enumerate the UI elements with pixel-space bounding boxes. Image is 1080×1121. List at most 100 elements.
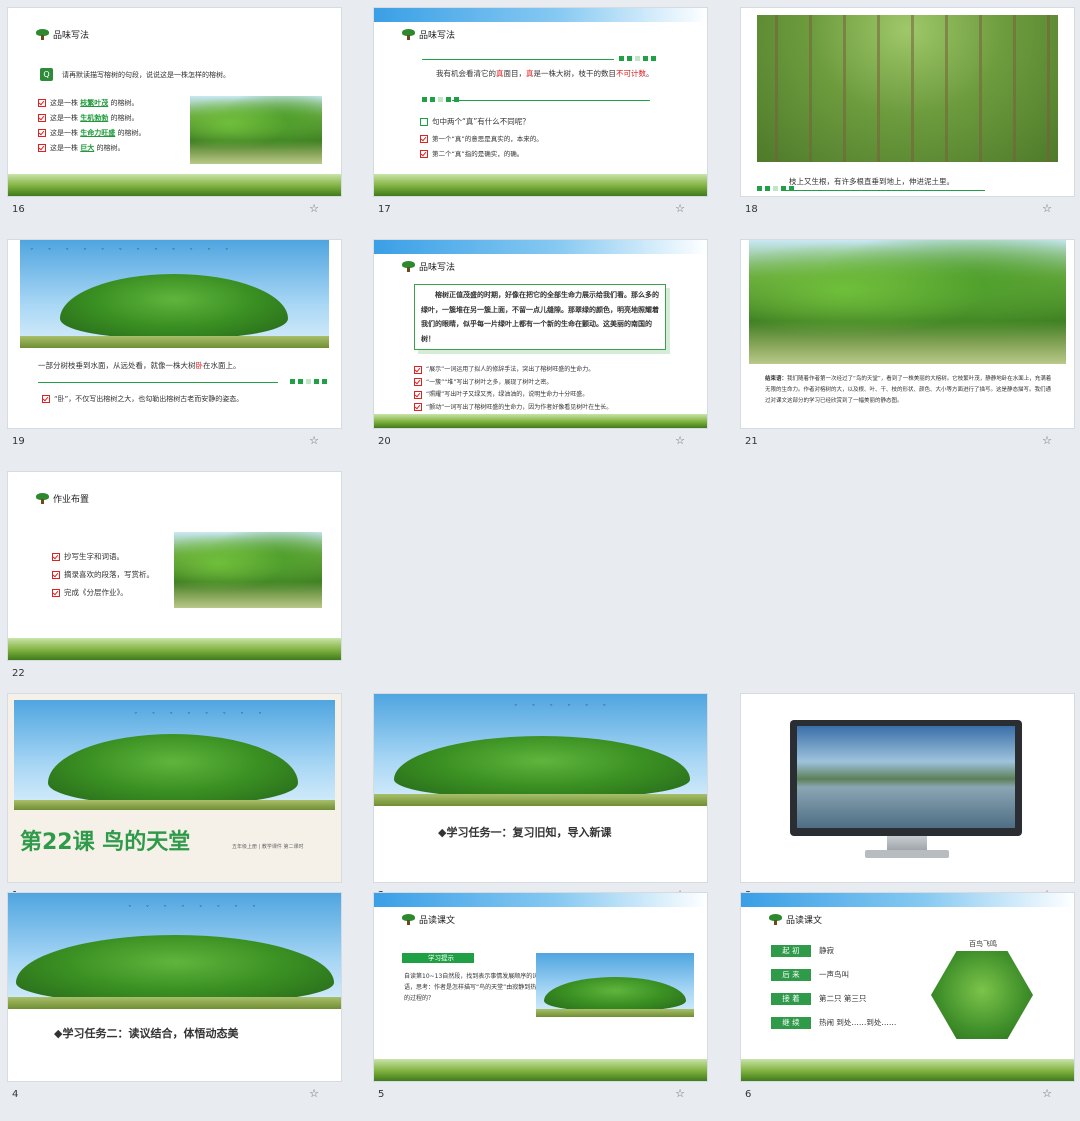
hexagon-birds-photo	[931, 951, 1033, 1039]
caption-text: 枝上又生根，有许多根直垂到地上，伸进泥土里。	[789, 177, 954, 186]
answer-list: 第一个“真”的意思是真实的，本来的。 第二个“真”指的是确实，的确。	[420, 132, 543, 162]
green-line	[785, 190, 985, 191]
island-photo	[536, 953, 694, 1017]
slide-thumb-6[interactable]: 品读课文 起 初静寂 后 来一声鸟叫 接 着第二只 第三只 继 续热闹 到处………	[741, 893, 1074, 1121]
green-line	[38, 382, 278, 383]
checkbox-icon	[414, 390, 422, 399]
quote-text: 榕树正值茂盛的时期，好像在把它的全部生命力展示给我们看。那么多的绿叶，一簇堆在另…	[421, 291, 659, 343]
slide-heading: 品味写法	[402, 260, 455, 273]
quote-box: 榕树正值茂盛的时期，好像在把它的全部生命力展示给我们看。那么多的绿叶，一簇堆在另…	[414, 284, 666, 350]
checkbox-icon	[414, 365, 422, 374]
slide-number: 6	[745, 1089, 752, 1100]
note-text: “卧”，不仅写出榕树之大，也勾勒出榕树古老而安静的姿态。	[42, 392, 243, 407]
lesson-title: 第22课 鸟的天堂	[20, 830, 191, 855]
banyan-photo	[174, 532, 322, 608]
slide-heading: 品读课文	[769, 913, 822, 926]
slide-heading: 品味写法	[36, 28, 89, 41]
quote-text: 我有机会看清它的真面目，真是一株大树，枝干的数目不可计数。	[436, 69, 654, 78]
checkbox-icon	[52, 571, 60, 579]
answer-line: 这是一株 巨大 的榕树。	[38, 141, 145, 156]
checkbox-icon	[414, 403, 422, 411]
star-icon[interactable]: ☆	[675, 202, 685, 215]
star-icon[interactable]: ☆	[1042, 1087, 1052, 1100]
star-icon[interactable]: ☆	[309, 434, 319, 447]
slide-thumb-19[interactable]: ˇ ˇ ˇ ˇ ˇ ˇ ˇ ˇ ˇ ˇ ˇ ˇ 一部分树枝垂到水面，从远处看，就…	[8, 240, 341, 468]
question-line: 句中两个“真”有什么不同呢？	[420, 114, 530, 129]
sentence-text: 一部分树枝垂到水面，从远处看，就像一株大树卧在水面上。	[38, 361, 241, 370]
checkbox-icon	[420, 135, 428, 143]
task-title: ◆学习任务二：读议结合，体悟动态美	[54, 1027, 239, 1040]
slide-number: 21	[745, 436, 758, 447]
slide-number: 5	[378, 1089, 385, 1100]
summary-text: 结束语：我们随着作者第一次经过了“鸟的天堂”，看到了一株美丽的大榕树。它枝繁叶茂…	[765, 376, 1052, 404]
tree-icon	[402, 261, 415, 272]
grass-footer	[8, 638, 341, 660]
green-line	[452, 100, 650, 101]
checkbox-icon	[38, 129, 46, 137]
question-text: 请再默读描写榕树的句段，说说这是一株怎样的榕树。	[62, 71, 230, 79]
sky-bar	[741, 893, 1074, 907]
slide-number: 19	[12, 436, 25, 447]
checkbox-icon	[38, 144, 46, 152]
checkbox-icon	[414, 378, 422, 386]
grass-footer	[374, 1059, 707, 1081]
tree-icon	[769, 914, 782, 925]
slide-thumb-4[interactable]: ˇ ˇ ˇ ˇ ˇ ˇ ˇ ˇ ◆学习任务二：读议结合，体悟动态美 4 ☆	[8, 893, 341, 1121]
study-tip-tag: 学习提示	[402, 953, 474, 963]
checkbox-icon	[52, 553, 60, 561]
checkbox-icon	[38, 99, 46, 107]
lake-video-frame	[797, 726, 1015, 828]
star-icon[interactable]: ☆	[675, 1087, 685, 1100]
sky-bar	[374, 893, 707, 907]
checkbox-icon	[42, 395, 50, 403]
grass-footer	[374, 414, 707, 428]
slide-number: 18	[745, 204, 758, 215]
answer-line: 这是一株 枝繁叶茂 的榕树。	[38, 96, 145, 111]
photo-label: 百鸟飞鸣	[969, 940, 997, 948]
slide-heading: 作业布置	[36, 492, 89, 505]
slide-thumb-17[interactable]: 品味写法 我有机会看清它的真面目，真是一株大树，枝干的数目不可计数。 句中两个“…	[374, 8, 707, 236]
slide-thumb-18[interactable]: 枝上又生根，有许多根直垂到地上，伸进泥土里。 18 ☆	[741, 8, 1074, 236]
slide-thumb-1[interactable]: ˇ ˇ ˇ ˇ ˇ ˇ ˇ ˇ 第22课 鸟的天堂 五年级上册 | 教学课件 第…	[8, 694, 341, 922]
slide-thumb-5[interactable]: 品读课文 学习提示 自读第10~13自然段，找到表示事情发展顺序的词语，思考：作…	[374, 893, 707, 1121]
grass-footer	[8, 174, 341, 196]
tree-icon	[36, 493, 49, 504]
slide-thumb-21[interactable]: 结束语：我们随着作者第一次经过了“鸟的天堂”，看到了一株美丽的大榕树。它枝繁叶茂…	[741, 240, 1074, 468]
star-icon[interactable]: ☆	[675, 434, 685, 447]
banyan-photo	[190, 96, 322, 164]
dots-decoration	[619, 56, 656, 61]
slide-heading: 品味写法	[402, 28, 455, 41]
task-title: ◆学习任务一：复习旧知，导入新课	[438, 826, 612, 839]
checkbox-icon	[420, 150, 428, 158]
tree-icon	[402, 914, 415, 925]
star-icon[interactable]: ☆	[1042, 202, 1052, 215]
slide-number: 20	[378, 436, 391, 447]
answer-list: 这是一株 枝繁叶茂 的榕树。 这是一株 生机勃勃 的榕树。 这是一株 生命力旺盛…	[38, 96, 145, 156]
sky-bar	[374, 8, 707, 22]
answer-line: 这是一株 生命力旺盛 的榕树。	[38, 126, 145, 141]
slide-thumb-22[interactable]: 作业布置 抄写生字和词语。 摘录喜欢的段落，写赏析。 完成《分层作业》。 22 …	[8, 472, 341, 700]
star-icon[interactable]: ☆	[1042, 434, 1052, 447]
slide-thumb-20[interactable]: 品味写法 榕树正值茂盛的时期，好像在把它的全部生命力展示给我们看。那么多的绿叶，…	[374, 240, 707, 468]
dots-decoration	[290, 379, 327, 384]
sequence-table: 起 初静寂 后 来一声鸟叫 接 着第二只 第三只 继 续热闹 到处……到处……	[771, 939, 896, 1035]
banyan-roots-photo	[757, 15, 1058, 162]
slide-heading: 品读课文	[402, 913, 455, 926]
checkbox-icon	[38, 114, 46, 122]
slide-thumb-2[interactable]: ˇ ˇ ˇ ˇ ˇ ˇ ◆学习任务一：复习旧知，导入新课 2 ☆	[374, 694, 707, 922]
slide-number: 22	[12, 668, 25, 679]
slide-number: 4	[12, 1089, 19, 1100]
star-icon[interactable]: ☆	[309, 1087, 319, 1100]
answer-line: 这是一株 生机勃勃 的榕树。	[38, 111, 145, 126]
study-tip-text: 自读第10~13自然段，找到表示事情发展顺序的词语，思考：作者是怎样描写“鸟的天…	[404, 973, 543, 1002]
square-bullet-icon	[420, 118, 428, 126]
slide-thumb-3[interactable]: 3 ☆	[741, 694, 1074, 922]
homework-list: 抄写生字和词语。 摘录喜欢的段落，写赏析。 完成《分层作业》。	[52, 548, 154, 602]
slide-thumb-16[interactable]: 品味写法 Q 请再默读描写榕树的句段，说说这是一株怎样的榕树。 这是一株 枝繁叶…	[8, 8, 341, 236]
star-icon[interactable]: ☆	[309, 202, 319, 215]
grass-footer	[741, 1059, 1074, 1081]
island-photo: ˇ ˇ ˇ ˇ ˇ ˇ ˇ ˇ ˇ ˇ ˇ ˇ	[20, 240, 329, 348]
q-badge: Q	[40, 68, 53, 81]
lesson-subtitle: 五年级上册 | 教学课件 第二课时	[232, 844, 304, 850]
notes-list: “展示”一词运用了拟人的修辞手法，突出了榕树旺盛的生命力。 “一簇”“堆”写出了…	[414, 364, 612, 414]
